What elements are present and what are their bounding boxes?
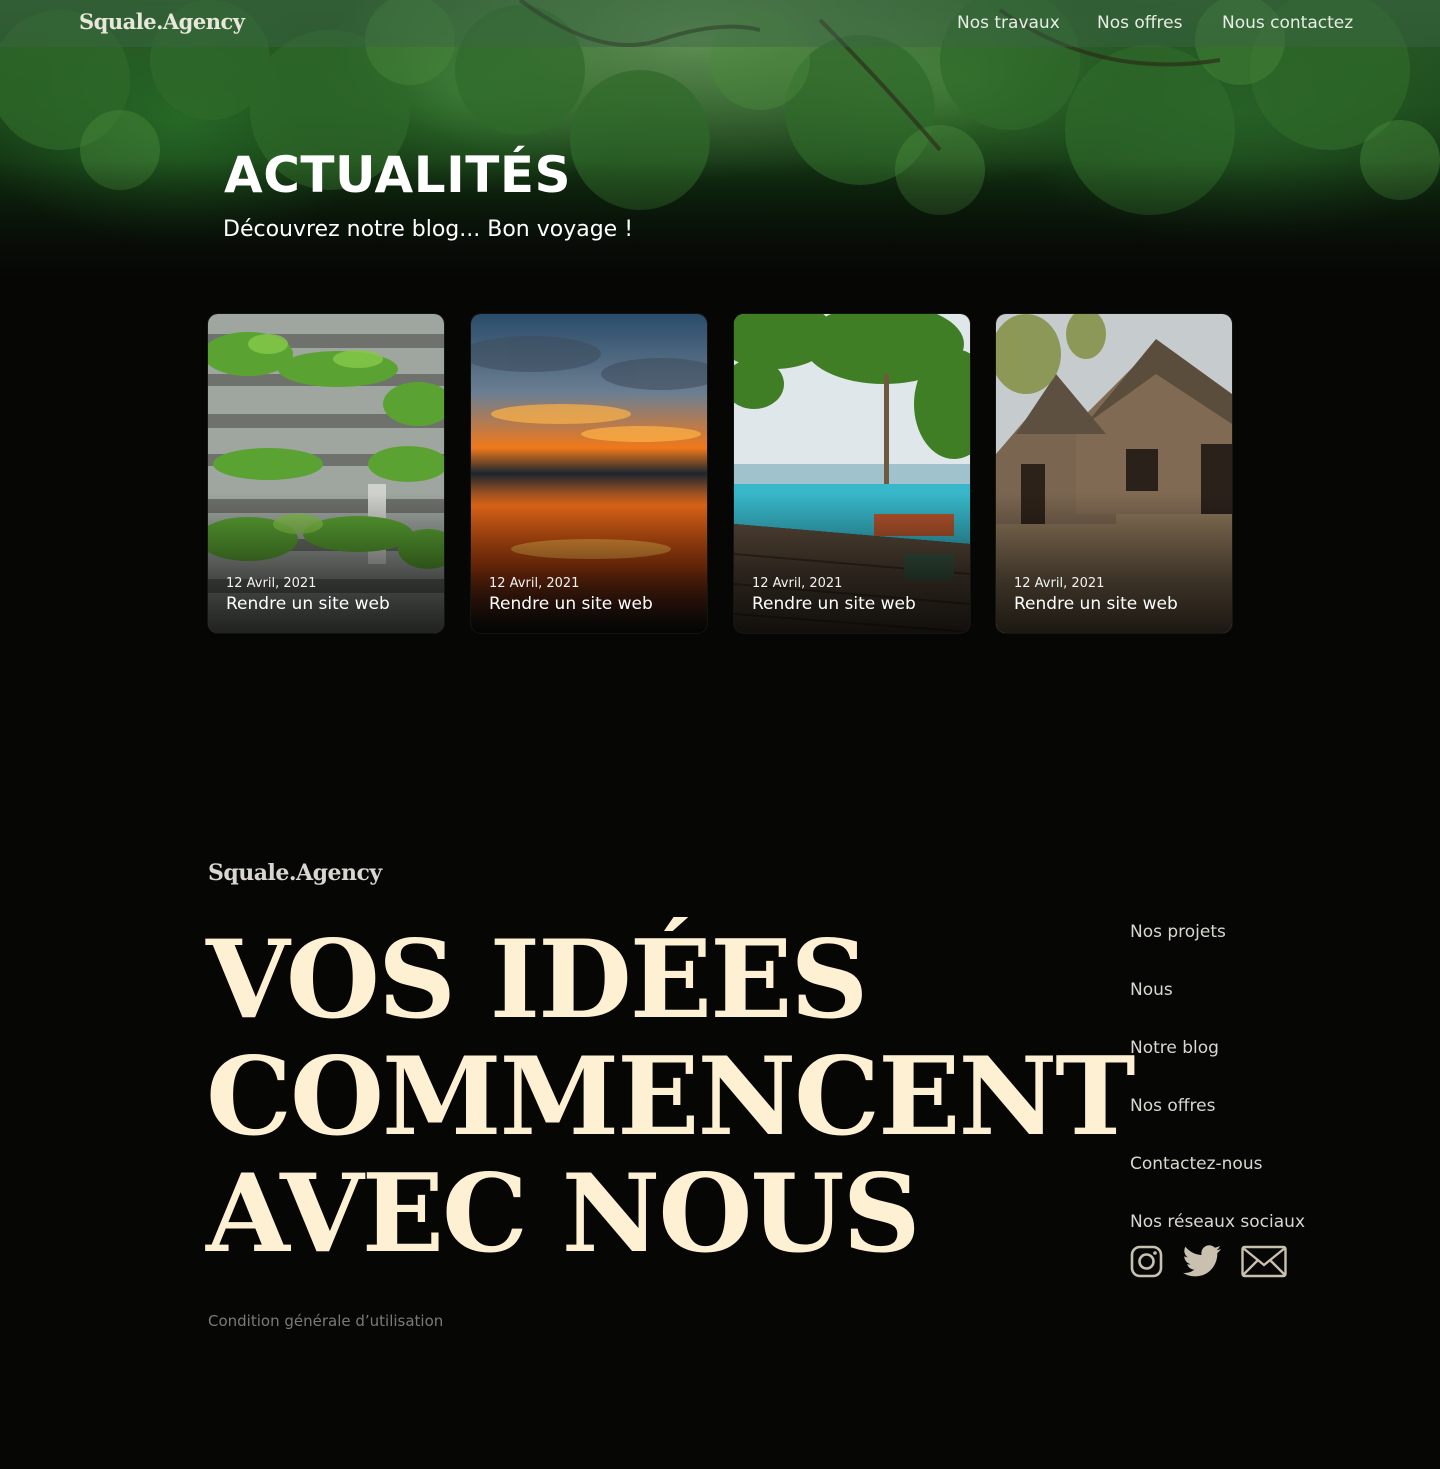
headline-line: VOS IDÉES: [206, 917, 868, 1043]
brand-logo[interactable]: Squale.Agency: [79, 9, 245, 34]
card-date: 12 Avril, 2021: [752, 576, 843, 591]
card-date: 12 Avril, 2021: [226, 576, 317, 591]
card-date: 12 Avril, 2021: [1014, 576, 1105, 591]
blog-card[interactable]: 12 Avril, 2021 Rendre un site web: [471, 314, 707, 633]
instagram-icon[interactable]: [1130, 1245, 1163, 1278]
blog-card[interactable]: 12 Avril, 2021 Rendre un site web: [734, 314, 970, 633]
footer-link-nous[interactable]: Nous: [1130, 980, 1173, 1000]
blog-card[interactable]: 12 Avril, 2021 Rendre un site web: [208, 314, 444, 633]
twitter-icon[interactable]: [1182, 1245, 1222, 1278]
nav-link-nos-travaux[interactable]: Nos travaux: [957, 13, 1060, 33]
page-subtitle: Découvrez notre blog... Bon voyage !: [223, 217, 634, 242]
card-title[interactable]: Rendre un site web: [1014, 594, 1178, 614]
headline-line: COMMENCENT: [206, 1034, 1136, 1160]
footer-link-contactez-nous[interactable]: Contactez-nous: [1130, 1154, 1262, 1174]
footer-brand-logo[interactable]: Squale.Agency: [208, 860, 382, 886]
card-title[interactable]: Rendre un site web: [752, 594, 916, 614]
card-title[interactable]: Rendre un site web: [489, 594, 653, 614]
headline-line: AVEC NOUS: [206, 1151, 921, 1277]
card-title[interactable]: Rendre un site web: [226, 594, 390, 614]
mail-icon[interactable]: [1241, 1245, 1287, 1278]
nav-link-nos-offres[interactable]: Nos offres: [1097, 13, 1182, 33]
footer-link-nos-offres[interactable]: Nos offres: [1130, 1096, 1215, 1116]
terms-link[interactable]: Condition générale d’utilisation: [208, 1312, 443, 1330]
footer-link-nos-projets[interactable]: Nos projets: [1130, 922, 1226, 942]
blog-card[interactable]: 12 Avril, 2021 Rendre un site web: [996, 314, 1232, 633]
nav-link-nous-contactez[interactable]: Nous contactez: [1222, 13, 1353, 33]
footer-headline: VOS IDÉES COMMENCENT AVEC NOUS: [206, 917, 1136, 1277]
card-date: 12 Avril, 2021: [489, 576, 580, 591]
footer-link-notre-blog[interactable]: Notre blog: [1130, 1038, 1219, 1058]
page-title: ACTUALITÉS: [224, 146, 571, 204]
social-networks-label: Nos réseaux sociaux: [1130, 1212, 1306, 1232]
top-navigation-bar: Squale.Agency Nos travaux Nos offres Nou…: [0, 0, 1440, 47]
